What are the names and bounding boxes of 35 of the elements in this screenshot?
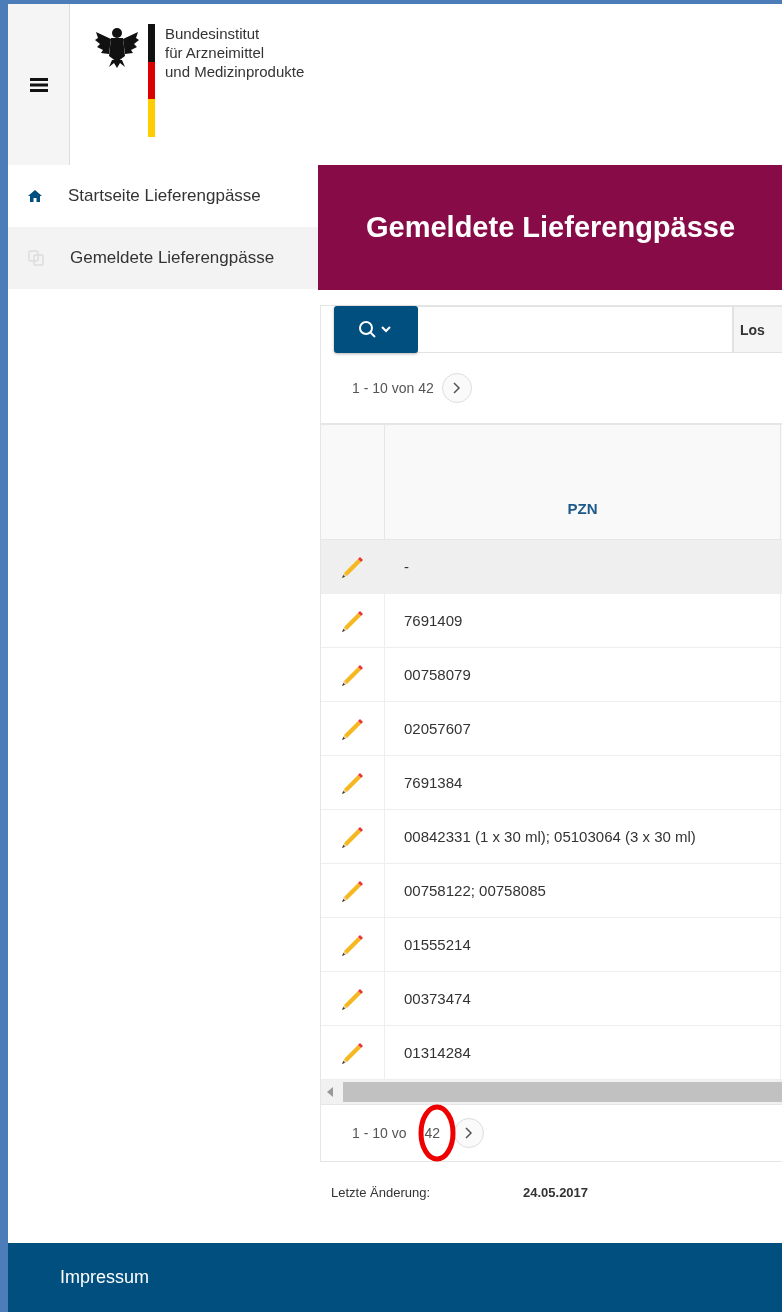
chevron-right-icon xyxy=(452,382,461,394)
institute-name: für Arzneimittel xyxy=(165,43,266,62)
search-menu-button[interactable] xyxy=(334,306,418,353)
table-cell: 00758122; 00758085 xyxy=(385,864,781,917)
table-cell: 7691384 xyxy=(385,756,781,809)
pagination-total: 42 xyxy=(424,1125,441,1141)
page-title: Gemeldete Lieferengpässe xyxy=(366,211,736,244)
institute-name: und Medizinprodukte xyxy=(165,62,305,81)
eagle-logo xyxy=(94,26,140,68)
sidebar-item[interactable]: Gemeldete Lieferengpässe xyxy=(8,227,318,289)
table-cell: 7691409 xyxy=(385,594,781,647)
last-change-label: Letzte Änderung: xyxy=(331,1184,432,1200)
menu-button[interactable] xyxy=(8,4,70,165)
sidebar-item[interactable]: Startseite Lieferengpässe xyxy=(8,165,318,227)
scroll-left-icon[interactable] xyxy=(327,1087,335,1097)
home-icon xyxy=(28,190,42,202)
table-cell: 01555214 xyxy=(385,918,781,971)
go-button[interactable]: Los xyxy=(733,306,782,353)
next-page-button[interactable] xyxy=(454,1118,485,1148)
search-field[interactable] xyxy=(418,306,733,353)
menu-icon xyxy=(29,77,48,92)
table-cell: - xyxy=(385,540,781,593)
table-cell: 00373474 xyxy=(385,972,781,1025)
search-icon xyxy=(358,319,394,340)
table-cell: 01314284 xyxy=(385,1026,781,1079)
chevron-right-icon xyxy=(465,1127,474,1139)
pagination-range: 1 - 10 vo xyxy=(352,1125,407,1141)
last-change-date: 24.05.2017 xyxy=(523,1184,589,1200)
impressum-link[interactable]: Impressum xyxy=(60,1267,149,1288)
next-page-button[interactable] xyxy=(441,373,472,403)
institute-name: Bundesinstitut xyxy=(165,24,261,43)
table-cell: 00758079 xyxy=(385,648,781,701)
table-cell: 00842331 (1 x 30 ml); 05103064 (3 x 30 ml) xyxy=(385,810,781,863)
pagination-range: 1 - 10 von 42 xyxy=(352,380,434,396)
table-cell: 02057607 xyxy=(385,702,781,755)
